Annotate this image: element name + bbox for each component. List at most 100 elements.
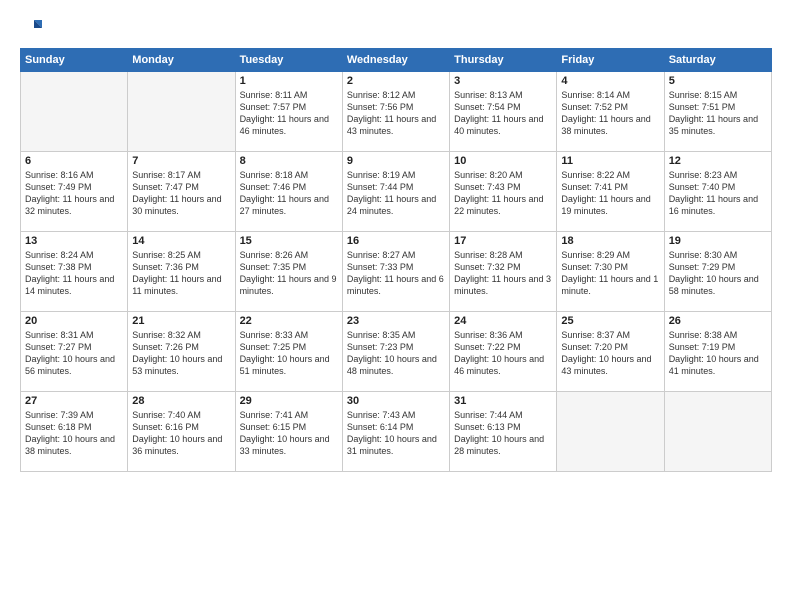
day-number: 6 <box>25 155 123 167</box>
day-cell: 16 Sunrise: 8:27 AMSunset: 7:33 PMDayligh… <box>342 232 449 312</box>
day-number: 9 <box>347 155 445 167</box>
day-info: Sunrise: 8:30 AMSunset: 7:29 PMDaylight:… <box>669 249 767 298</box>
day-number: 12 <box>669 155 767 167</box>
day-cell <box>557 392 664 472</box>
day-info: Sunrise: 8:23 AMSunset: 7:40 PMDaylight:… <box>669 169 767 218</box>
day-number: 7 <box>132 155 230 167</box>
day-number: 30 <box>347 395 445 407</box>
week-row-1: 6 Sunrise: 8:16 AMSunset: 7:49 PMDaylight… <box>21 152 772 232</box>
day-info: Sunrise: 7:41 AMSunset: 6:15 PMDaylight:… <box>240 409 338 458</box>
day-cell: 31 Sunrise: 7:44 AMSunset: 6:13 PMDayligh… <box>450 392 557 472</box>
day-number: 17 <box>454 235 552 247</box>
day-info: Sunrise: 7:43 AMSunset: 6:14 PMDaylight:… <box>347 409 445 458</box>
day-number: 16 <box>347 235 445 247</box>
day-cell <box>128 72 235 152</box>
col-header-thursday: Thursday <box>450 49 557 72</box>
day-cell: 26Sunrise: 8:38 AMSunset: 7:19 PMDayligh… <box>664 312 771 392</box>
day-info: Sunrise: 8:24 AMSunset: 7:38 PMDaylight:… <box>25 249 123 298</box>
logo-icon <box>20 16 44 40</box>
day-number: 8 <box>240 155 338 167</box>
header <box>20 16 772 40</box>
day-number: 15 <box>240 235 338 247</box>
day-number: 22 <box>240 315 338 327</box>
day-info: Sunrise: 8:15 AMSunset: 7:51 PMDaylight:… <box>669 89 767 138</box>
week-row-3: 20 Sunrise: 8:31 AMSunset: 7:27 PMDayligh… <box>21 312 772 392</box>
day-info: Sunrise: 7:44 AMSunset: 6:13 PMDaylight:… <box>454 409 552 458</box>
day-number: 14 <box>132 235 230 247</box>
day-info: Sunrise: 8:16 AMSunset: 7:49 PMDaylight:… <box>25 169 123 218</box>
day-info: Sunrise: 8:36 AMSunset: 7:22 PMDaylight:… <box>454 329 552 378</box>
page: SundayMondayTuesdayWednesdayThursdayFrid… <box>0 0 792 612</box>
day-cell: 30 Sunrise: 7:43 AMSunset: 6:14 PMDayligh… <box>342 392 449 472</box>
day-number: 23 <box>347 315 445 327</box>
day-info: Sunrise: 7:39 AMSunset: 6:18 PMDaylight:… <box>25 409 123 458</box>
day-info: Sunrise: 8:19 AMSunset: 7:44 PMDaylight:… <box>347 169 445 218</box>
day-cell: 20 Sunrise: 8:31 AMSunset: 7:27 PMDayligh… <box>21 312 128 392</box>
day-cell <box>21 72 128 152</box>
day-info: Sunrise: 8:22 AMSunset: 7:41 PMDaylight:… <box>561 169 659 218</box>
col-header-sunday: Sunday <box>21 49 128 72</box>
col-header-tuesday: Tuesday <box>235 49 342 72</box>
day-cell: 2 Sunrise: 8:12 AMSunset: 7:56 PMDaylight… <box>342 72 449 152</box>
header-row: SundayMondayTuesdayWednesdayThursdayFrid… <box>21 49 772 72</box>
day-number: 13 <box>25 235 123 247</box>
day-cell: 27 Sunrise: 7:39 AMSunset: 6:18 PMDayligh… <box>21 392 128 472</box>
day-cell: 29 Sunrise: 7:41 AMSunset: 6:15 PMDayligh… <box>235 392 342 472</box>
day-number: 20 <box>25 315 123 327</box>
day-number: 1 <box>240 75 338 87</box>
day-number: 4 <box>561 75 659 87</box>
col-header-saturday: Saturday <box>664 49 771 72</box>
day-info: Sunrise: 8:29 AMSunset: 7:30 PMDaylight:… <box>561 249 659 298</box>
day-cell: 23 Sunrise: 8:35 AMSunset: 7:23 PMDayligh… <box>342 312 449 392</box>
day-info: Sunrise: 8:20 AMSunset: 7:43 PMDaylight:… <box>454 169 552 218</box>
day-cell: 8 Sunrise: 8:18 AMSunset: 7:46 PMDaylight… <box>235 152 342 232</box>
day-number: 25 <box>561 315 659 327</box>
day-cell: 3 Sunrise: 8:13 AMSunset: 7:54 PMDaylight… <box>450 72 557 152</box>
day-cell: 4Sunrise: 8:14 AMSunset: 7:52 PMDaylight… <box>557 72 664 152</box>
day-info: Sunrise: 7:40 AMSunset: 6:16 PMDaylight:… <box>132 409 230 458</box>
day-info: Sunrise: 8:27 AMSunset: 7:33 PMDaylight:… <box>347 249 445 298</box>
logo <box>20 16 48 40</box>
day-info: Sunrise: 8:26 AMSunset: 7:35 PMDaylight:… <box>240 249 338 298</box>
week-row-4: 27 Sunrise: 7:39 AMSunset: 6:18 PMDayligh… <box>21 392 772 472</box>
day-info: Sunrise: 8:28 AMSunset: 7:32 PMDaylight:… <box>454 249 552 298</box>
day-cell: 11 Sunrise: 8:22 AMSunset: 7:41 PMDayligh… <box>557 152 664 232</box>
day-info: Sunrise: 8:18 AMSunset: 7:46 PMDaylight:… <box>240 169 338 218</box>
day-cell: 10Sunrise: 8:20 AMSunset: 7:43 PMDayligh… <box>450 152 557 232</box>
day-number: 27 <box>25 395 123 407</box>
calendar-table: SundayMondayTuesdayWednesdayThursdayFrid… <box>20 48 772 472</box>
day-cell: 18Sunrise: 8:29 AMSunset: 7:30 PMDayligh… <box>557 232 664 312</box>
day-number: 29 <box>240 395 338 407</box>
day-number: 3 <box>454 75 552 87</box>
day-cell: 17 Sunrise: 8:28 AMSunset: 7:32 PMDayligh… <box>450 232 557 312</box>
day-number: 19 <box>669 235 767 247</box>
day-number: 28 <box>132 395 230 407</box>
day-info: Sunrise: 8:31 AMSunset: 7:27 PMDaylight:… <box>25 329 123 378</box>
day-number: 31 <box>454 395 552 407</box>
week-row-2: 13 Sunrise: 8:24 AMSunset: 7:38 PMDayligh… <box>21 232 772 312</box>
day-cell: 5Sunrise: 8:15 AMSunset: 7:51 PMDaylight… <box>664 72 771 152</box>
day-cell: 9 Sunrise: 8:19 AMSunset: 7:44 PMDaylight… <box>342 152 449 232</box>
col-header-friday: Friday <box>557 49 664 72</box>
day-number: 21 <box>132 315 230 327</box>
day-cell: 15 Sunrise: 8:26 AMSunset: 7:35 PMDayligh… <box>235 232 342 312</box>
day-cell: 19 Sunrise: 8:30 AMSunset: 7:29 PMDayligh… <box>664 232 771 312</box>
day-number: 11 <box>561 155 659 167</box>
day-info: Sunrise: 8:33 AMSunset: 7:25 PMDaylight:… <box>240 329 338 378</box>
day-info: Sunrise: 8:12 AMSunset: 7:56 PMDaylight:… <box>347 89 445 138</box>
col-header-monday: Monday <box>128 49 235 72</box>
day-cell: 24 Sunrise: 8:36 AMSunset: 7:22 PMDayligh… <box>450 312 557 392</box>
day-info: Sunrise: 8:13 AMSunset: 7:54 PMDaylight:… <box>454 89 552 138</box>
day-number: 2 <box>347 75 445 87</box>
day-info: Sunrise: 8:11 AMSunset: 7:57 PMDaylight:… <box>240 89 338 138</box>
day-info: Sunrise: 8:35 AMSunset: 7:23 PMDaylight:… <box>347 329 445 378</box>
day-number: 26 <box>669 315 767 327</box>
day-cell: 1 Sunrise: 8:11 AMSunset: 7:57 PMDaylight… <box>235 72 342 152</box>
day-info: Sunrise: 8:32 AMSunset: 7:26 PMDaylight:… <box>132 329 230 378</box>
day-cell: 25Sunrise: 8:37 AMSunset: 7:20 PMDayligh… <box>557 312 664 392</box>
day-info: Sunrise: 8:25 AMSunset: 7:36 PMDaylight:… <box>132 249 230 298</box>
day-cell: 14 Sunrise: 8:25 AMSunset: 7:36 PMDayligh… <box>128 232 235 312</box>
day-number: 24 <box>454 315 552 327</box>
day-cell: 12 Sunrise: 8:23 AMSunset: 7:40 PMDayligh… <box>664 152 771 232</box>
day-cell: 21 Sunrise: 8:32 AMSunset: 7:26 PMDayligh… <box>128 312 235 392</box>
